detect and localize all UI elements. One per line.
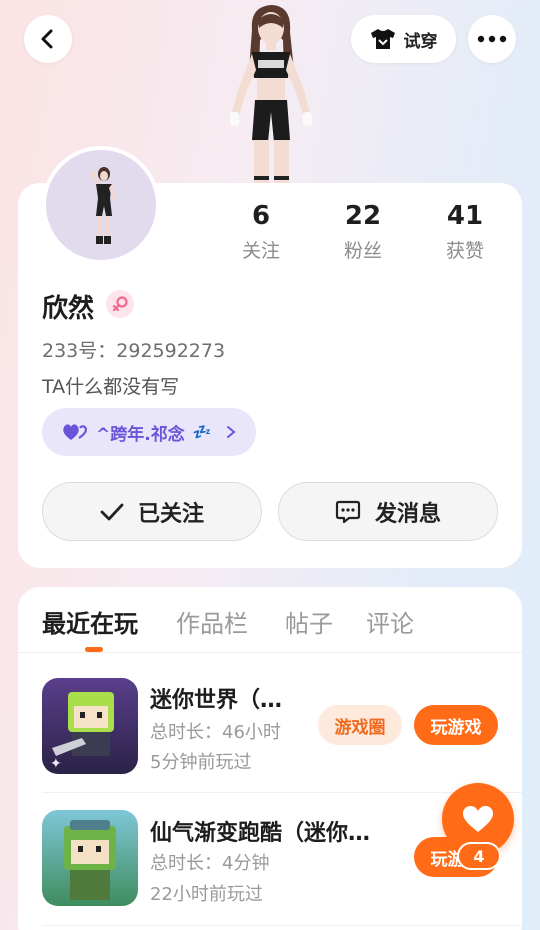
female-icon [112, 296, 128, 312]
try-on-button[interactable]: 试穿 [351, 15, 456, 63]
followed-label: 已关注 [137, 501, 204, 527]
check-icon [100, 503, 124, 520]
send-message-label: 发消息 [374, 501, 441, 527]
tabs-divider [18, 652, 522, 653]
double-heart-icon [63, 424, 88, 440]
stat-fans-label: 粉丝 [343, 240, 382, 262]
user-id: 233号：292592273 [42, 340, 226, 362]
send-message-button[interactable]: 发消息 [278, 482, 498, 541]
game-thumbnail: ✦ [42, 678, 138, 774]
more-button[interactable] [468, 15, 516, 63]
game-row[interactable]: ✦ 迷你世界（… 总时长：46小时 5分钟前玩过 游戏圈 玩游戏 [18, 660, 522, 792]
game-title: 迷你世界（… [150, 688, 283, 713]
game-duration: 总时长：4分钟 [150, 853, 270, 874]
stat-following[interactable]: 6 关注 [216, 200, 306, 263]
user-bio: TA什么都没有写 [42, 376, 180, 398]
message-icon [335, 500, 361, 523]
play-game-button[interactable]: 玩游戏 [414, 705, 498, 745]
tab-recently-played[interactable]: 最近在玩 [42, 604, 138, 639]
game-last-played: 22小时前玩过 [150, 884, 263, 905]
gender-badge [106, 290, 134, 318]
more-horizontal-icon [477, 35, 507, 43]
avatar-3d-figure [230, 5, 312, 185]
avatar[interactable] [42, 146, 160, 264]
stat-fans[interactable]: 22 粉丝 [318, 200, 408, 263]
stat-following-label: 关注 [241, 240, 280, 262]
game-icon-mini-world: ✦ [42, 678, 138, 774]
game-thumbnail [42, 810, 138, 906]
game-duration: 总时长：46小时 [150, 722, 281, 743]
followed-button[interactable]: 已关注 [42, 482, 262, 541]
game-title: 仙气渐变跑酷（迷你… [150, 821, 371, 846]
back-button[interactable] [24, 15, 72, 63]
row-divider [42, 925, 522, 926]
tab-works[interactable]: 作品栏 [176, 604, 248, 639]
game-circle-button[interactable]: 游戏圈 [318, 705, 402, 745]
like-count-badge: 4 [457, 842, 501, 870]
try-on-label: 试穿 [403, 31, 438, 52]
stat-likes-value: 41 [446, 201, 484, 231]
svg-text:✦: ✦ [50, 756, 62, 772]
intimacy-tag[interactable]: ^跨年.祁念 💤 [42, 408, 256, 456]
chevron-left-icon [41, 29, 53, 49]
game-last-played: 5分钟前玩过 [150, 752, 252, 773]
chevron-right-icon [227, 426, 236, 438]
heart-icon [463, 806, 493, 832]
stat-likes-label: 获赞 [445, 240, 484, 262]
shirt-icon [370, 29, 395, 49]
intimacy-tag-label: ^跨年.祁念 [96, 424, 185, 445]
profile-name: 欣然 [42, 294, 95, 324]
tab-posts[interactable]: 帖子 [285, 604, 333, 639]
tab-comments[interactable]: 评论 [366, 604, 414, 639]
sleep-emoji: 💤 [192, 423, 212, 441]
stat-following-value: 6 [251, 201, 271, 231]
stat-fans-value: 22 [344, 201, 382, 231]
stat-likes[interactable]: 41 获赞 [420, 200, 510, 263]
game-icon-parkour [42, 810, 138, 906]
avatar-figure [46, 150, 156, 260]
